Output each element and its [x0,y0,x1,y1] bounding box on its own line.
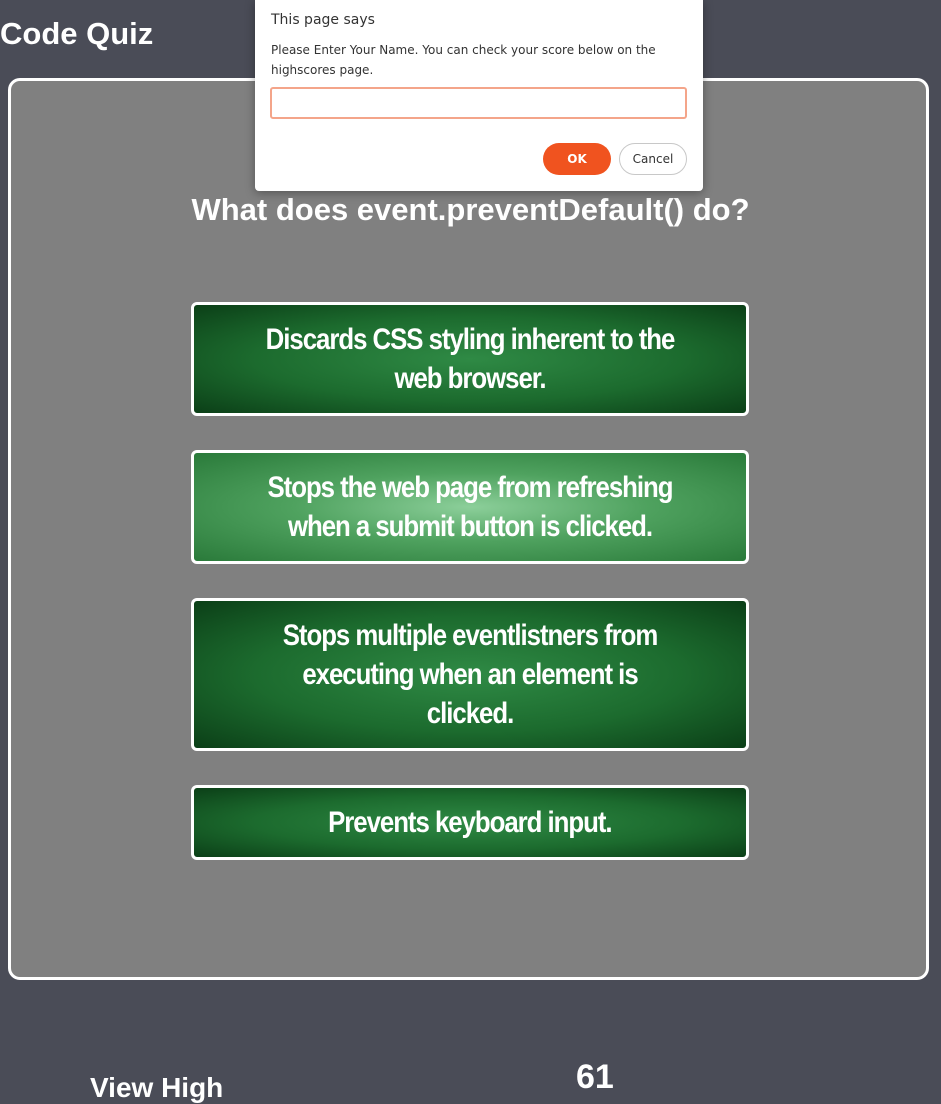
answer-button-3[interactable]: Stops multiple eventlistners from execut… [191,598,749,751]
answer-label: Stops the web page from refreshing when … [267,471,673,543]
answer-button-1[interactable]: Discards CSS styling inherent to the web… [191,302,749,416]
dialog-title: This page says [271,12,375,28]
answer-label: Stops multiple eventlistners from execut… [282,619,659,730]
view-highscores-link[interactable]: View High [90,1072,223,1104]
cancel-button[interactable]: Cancel [619,143,687,175]
timer-display: 61 [576,1058,614,1096]
answer-button-4[interactable]: Prevents keyboard input. [191,785,749,860]
answer-label: Discards CSS styling inherent to the web… [265,323,676,395]
ok-button[interactable]: OK [543,143,611,175]
question-text: What does event.preventDefault() do? [191,192,750,227]
answer-button-2[interactable]: Stops the web page from refreshing when … [191,450,749,564]
dialog-message: Please Enter Your Name. You can check yo… [271,43,656,77]
prompt-dialog: This page says Please Enter Your Name. Y… [255,0,703,191]
page-title: Code Quiz [0,16,154,51]
answer-label: Prevents keyboard input. [328,806,613,839]
name-input[interactable] [270,87,687,119]
